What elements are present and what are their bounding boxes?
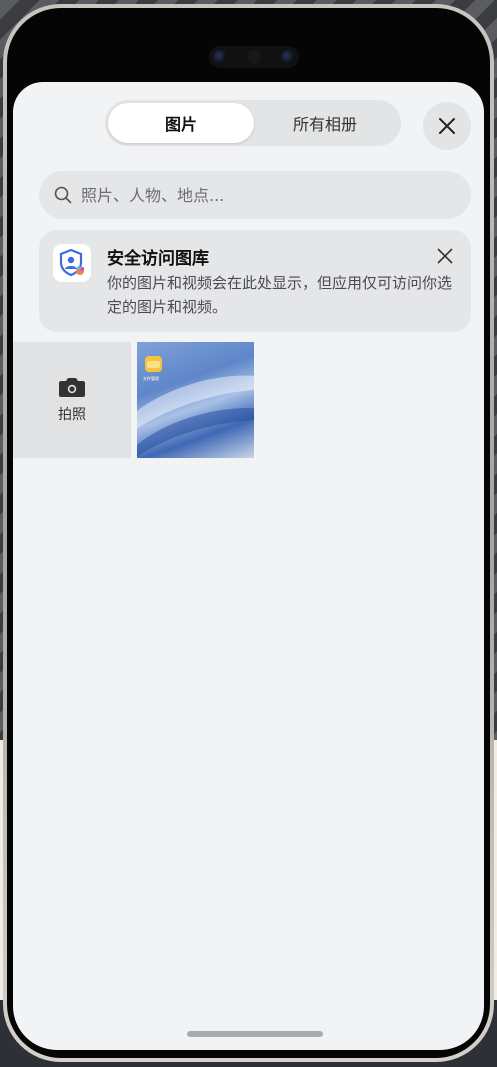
tab-switch: 图片 所有相册 [105,100,401,146]
phone-frame: 图片 所有相册 照片、人物、地点... 安全访问图库 你的图片和视频会在此处显示… [3,4,494,1062]
notice-close-button[interactable] [433,244,457,268]
search-bar[interactable] [39,171,471,219]
camera-lens-icon [281,50,295,64]
phone-screen: 图片 所有相册 照片、人物、地点... 安全访问图库 你的图片和视频会在此处显示… [7,8,490,1058]
shield-user-icon [53,244,91,282]
tab-photos[interactable]: 图片 [108,103,254,143]
notice-title: 安全访问图库 [107,249,209,269]
tab-all-albums[interactable]: 所有相册 [252,103,398,143]
sensor-icon [247,50,261,64]
take-photo-label: 拍照 [58,407,86,423]
close-icon [437,248,453,264]
camera-icon [59,378,85,397]
secure-access-notice: 安全访问图库 你的图片和视频会在此处显示，但应用仅可访问你选定的图片和视频。 [39,230,471,332]
search-icon [54,186,72,204]
folder-icon [145,356,162,372]
photo-thumbnail[interactable]: 文件管理 [137,342,254,458]
photo-picker-sheet: 图片 所有相册 照片、人物、地点... 安全访问图库 你的图片和视频会在此处显示… [13,82,484,1050]
camera-lens-icon [213,50,227,64]
notice-description: 你的图片和视频会在此处显示，但应用仅可访问你选定的图片和视频。 [107,274,453,316]
folder-label: 文件管理 [143,376,159,381]
close-icon [439,118,455,134]
front-camera [209,46,299,68]
home-indicator[interactable] [187,1031,323,1037]
close-button[interactable] [423,102,471,150]
search-input[interactable] [81,185,441,205]
take-photo-tile[interactable]: 拍照 [13,342,131,458]
